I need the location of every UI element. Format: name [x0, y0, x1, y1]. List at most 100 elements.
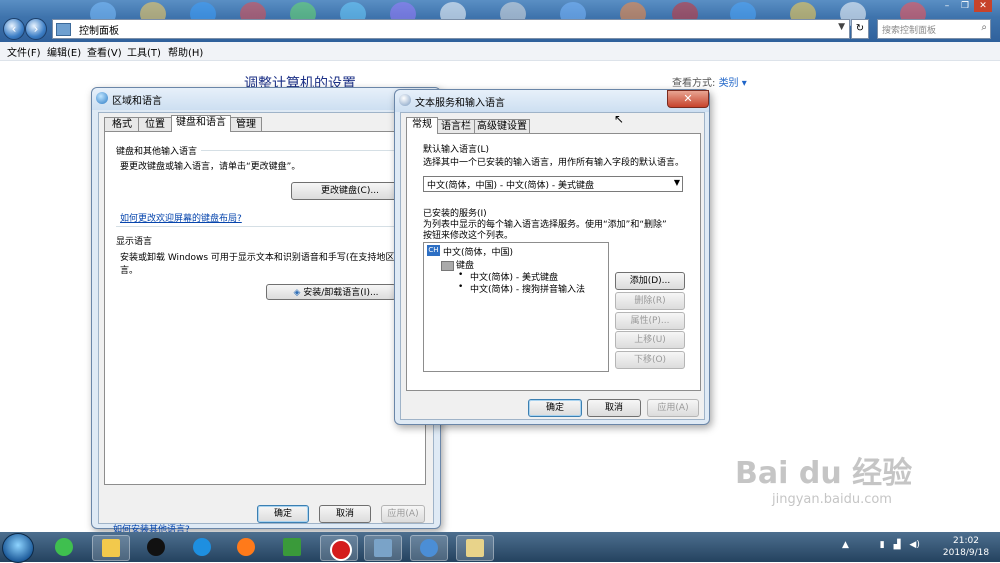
add-button[interactable]: 添加(D)...: [615, 272, 685, 290]
apply-button[interactable]: 应用(A): [647, 399, 699, 417]
forward-arrow-icon[interactable]: ›: [25, 18, 47, 40]
change-keyboard-button[interactable]: 更改键盘(C)...: [291, 182, 409, 200]
welcome-screen-keyboard-link[interactable]: 如何更改欢迎屏幕的键盘布局?: [120, 211, 242, 224]
keyboard-icon: [441, 261, 454, 271]
taskbar-app[interactable]: [138, 535, 174, 559]
qq-icon: [147, 538, 165, 556]
window-controls: – ❐ ✕: [938, 0, 992, 14]
taskbar-app[interactable]: [364, 535, 402, 561]
default-language-description: 选择其中一个已安装的输入语言，用作所有输入字段的默认语言。: [423, 158, 685, 168]
view-by-dropdown[interactable]: 类别 ▾: [719, 78, 747, 89]
cancel-button[interactable]: 取消: [587, 399, 641, 417]
tab-language-bar[interactable]: 语言栏: [437, 119, 475, 134]
mouse-cursor-icon: ↖: [614, 112, 625, 126]
network-icon[interactable]: ▟: [894, 540, 901, 550]
taskbar-app[interactable]: [92, 535, 130, 561]
breadcrumb[interactable]: 控制面板: [79, 22, 119, 37]
browser-icon: [55, 538, 73, 556]
tab-location[interactable]: 位置: [138, 117, 172, 132]
menu-view[interactable]: 查看(V): [87, 44, 122, 59]
watermark-logo: Bai du 经验: [735, 456, 913, 491]
media-icon: [193, 538, 211, 556]
clock-time: 21:02: [953, 536, 979, 546]
menu-bar: 文件(F) 编辑(E) 查看(V) 工具(T) 帮助(H): [0, 42, 1000, 61]
back-arrow-icon[interactable]: ‹: [3, 18, 25, 40]
window-title: 文本服务和输入语言: [415, 98, 505, 109]
default-language-value: 中文(简体，中国) - 中文(简体) - 美式键盘: [427, 181, 594, 191]
taskbar-app[interactable]: [456, 535, 494, 561]
move-up-button[interactable]: 上移(U): [615, 331, 685, 349]
window-titlebar[interactable]: 文本服务和输入语言 ✕: [395, 90, 709, 112]
shield-icon: ◈: [293, 288, 301, 298]
clock-date: 2018/9/18: [942, 548, 990, 558]
record-icon: [330, 539, 352, 561]
tree-bullet-icon: •: [458, 282, 464, 292]
default-language-group-label: 默认输入语言(L): [423, 145, 490, 155]
player-icon: [283, 538, 301, 556]
display-language-group-label: 显示语言: [116, 237, 153, 247]
installed-services-tree[interactable]: CH 中文(简体，中国) 键盘 • 中文(简体) - 美式键盘 • 中文(简体)…: [423, 242, 609, 372]
keyboard-icon: [399, 94, 411, 106]
region-language-icon: [420, 539, 438, 557]
refresh-icon[interactable]: ↻: [851, 19, 869, 39]
tree-keyboard-item[interactable]: 中文(简体) - 搜狗拼音输入法: [470, 282, 585, 295]
remove-button[interactable]: 删除(R): [615, 292, 685, 310]
window-client: 常规 语言栏 高级键设置 默认输入语言(L) 选择其中一个已安装的输入语言，用作…: [400, 112, 705, 420]
menu-tools[interactable]: 工具(T): [127, 44, 161, 59]
install-button-label: 安装/卸载语言(I)...: [303, 288, 379, 298]
menu-help[interactable]: 帮助(H): [168, 44, 203, 59]
keyboard-group-label: 键盘和其他输入语言: [116, 147, 198, 157]
volume-icon[interactable]: ◀): [909, 540, 919, 550]
close-icon[interactable]: ✕: [667, 90, 709, 108]
start-button[interactable]: [2, 533, 34, 563]
taskbar-clock[interactable]: 21:02 2018/9/18: [938, 535, 994, 559]
installed-services-description-cont: 按钮来修改这个列表。: [423, 231, 514, 241]
tab-general[interactable]: 常规: [406, 117, 438, 134]
taskbar-app[interactable]: [228, 535, 264, 559]
tree-language-node[interactable]: 中文(简体，中国): [443, 245, 513, 258]
keyboard-icon: [466, 539, 484, 557]
maximize-icon[interactable]: ❐: [956, 0, 974, 12]
taskbar-app[interactable]: [320, 535, 358, 561]
search-placeholder: 搜索控制面板: [882, 26, 937, 36]
tab-panel: 键盘和其他输入语言 要更改键盘或输入语言，请单击“更改键盘”。 更改键盘(C).…: [104, 131, 426, 535]
view-by-label: 查看方式:: [672, 78, 716, 89]
language-badge: CH: [427, 245, 440, 256]
battery-icon[interactable]: ▮: [880, 540, 885, 550]
install-uninstall-languages-button[interactable]: ◈ 安装/卸载语言(I)...: [266, 284, 396, 300]
tab-administrative[interactable]: 管理: [230, 117, 262, 132]
text-services-window: 文本服务和输入语言 ✕ 常规 语言栏 高级键设置 默认输入语言(L) 选择其中一…: [394, 89, 710, 425]
cancel-button[interactable]: 取消: [319, 505, 371, 523]
display-language-description: 安装或卸载 Windows 可用于显示文本和识别语音和手写(在支持地区)的: [120, 253, 407, 263]
taskbar-app[interactable]: [184, 535, 220, 559]
address-bar[interactable]: 控制面板 ▼: [52, 19, 850, 39]
search-icon[interactable]: ⌕: [981, 22, 987, 33]
ok-button[interactable]: 确定: [257, 505, 309, 523]
tab-formats[interactable]: 格式: [104, 117, 140, 132]
search-input[interactable]: 搜索控制面板 ⌕: [877, 19, 991, 39]
display-language-description-cont: 言。: [120, 266, 139, 276]
window-client: 格式 位置 键盘和语言 管理 键盘和其他输入语言 要更改键盘或输入语言，请单击“…: [98, 112, 434, 535]
window-titlebar[interactable]: 区域和语言: [92, 88, 440, 110]
default-language-select[interactable]: 中文(简体，中国) - 中文(简体) - 美式键盘 ▼: [423, 176, 683, 192]
tab-keyboards-languages[interactable]: 键盘和语言: [171, 115, 231, 132]
apply-button[interactable]: 应用(A): [381, 505, 425, 523]
minimize-icon[interactable]: –: [938, 0, 956, 12]
taskbar-app[interactable]: [274, 535, 310, 559]
globe-icon: [96, 92, 108, 104]
chevron-down-icon[interactable]: ▼: [838, 22, 845, 32]
taskbar-app[interactable]: [46, 535, 82, 559]
taskbar-app[interactable]: [410, 535, 448, 561]
properties-button[interactable]: 属性(P)...: [615, 312, 685, 330]
tab-advanced-key-settings[interactable]: 高级键设置: [474, 119, 530, 134]
menu-file[interactable]: 文件(F): [7, 44, 41, 59]
tray-arrow-icon[interactable]: ▲: [842, 540, 849, 550]
window-title: 区域和语言: [112, 96, 162, 107]
tree-bullet-icon: •: [458, 270, 464, 280]
close-icon[interactable]: ✕: [974, 0, 992, 12]
chevron-down-icon[interactable]: ▼: [674, 178, 680, 187]
menu-edit[interactable]: 编辑(E): [47, 44, 81, 59]
ok-button[interactable]: 确定: [528, 399, 582, 417]
firefox-icon: [237, 538, 255, 556]
move-down-button[interactable]: 下移(O): [615, 351, 685, 369]
